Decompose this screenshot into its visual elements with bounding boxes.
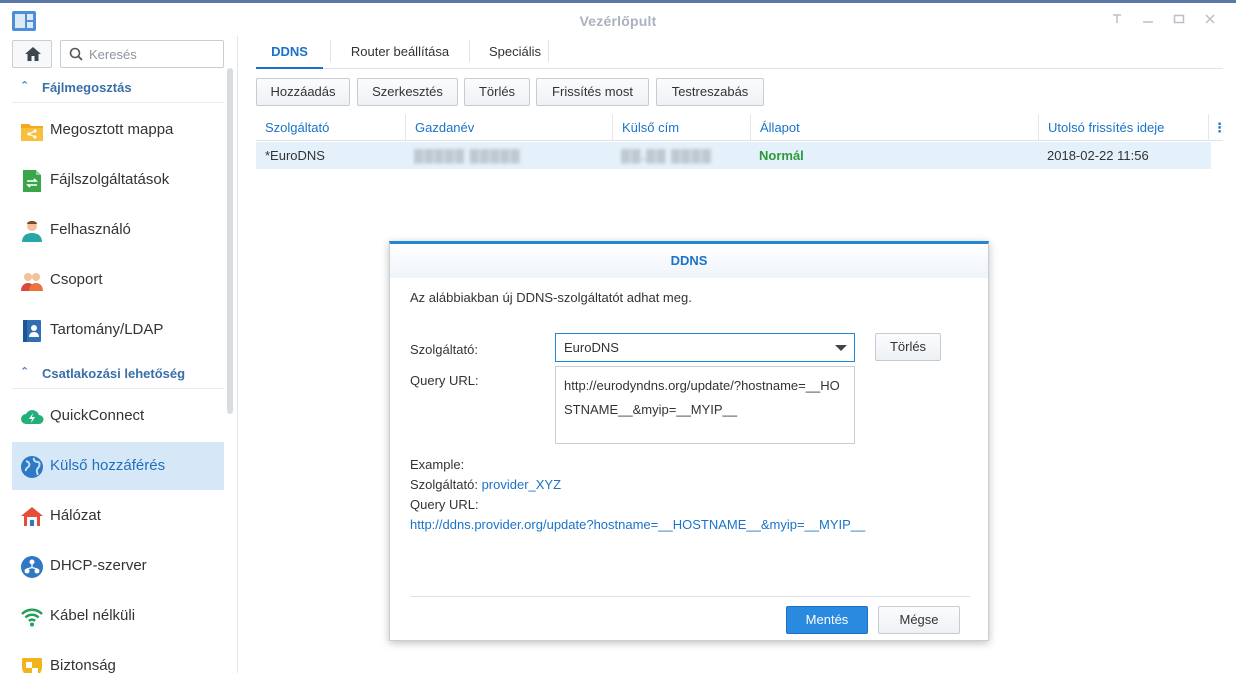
chevron-up-icon: ⌃ [20,80,30,92]
home-icon [25,47,41,61]
close-icon[interactable] [1200,10,1220,30]
sidebar-item-domain-ldap[interactable]: Tartomány/LDAP [12,306,224,354]
tab-router-settings[interactable]: Router beállítása [334,36,466,69]
dhcp-icon [21,556,43,578]
cell-external-address: ▒▒.▒▒ ▒▒▒▒ [621,148,712,163]
column-hostname[interactable]: Gazdanév [405,114,613,141]
globe-icon [21,456,43,478]
sidebar-item-user[interactable]: Felhasználó [12,206,224,254]
maximize-icon[interactable] [1169,10,1189,30]
nav-label: Fájlszolgáltatások [50,171,170,188]
group-icon [21,273,43,291]
sidebar-item-shared-folder[interactable]: Megosztott mappa [12,106,224,154]
customize-button[interactable]: Testreszabás [656,78,764,106]
search-box[interactable] [60,40,224,68]
nav-label: Tartomány/LDAP [50,321,164,338]
nav-label: Hálózat [50,507,101,524]
sidebar-item-group[interactable]: Csoport [12,256,224,304]
add-button[interactable]: Hozzáadás [256,78,350,106]
nav-label: Felhasználó [50,221,131,238]
nav-label: Megosztott mappa [50,121,174,138]
query-url-label: Query URL: [410,373,479,388]
nav-label: Biztonság [50,657,116,673]
sidebar-item-security[interactable]: Biztonság [12,642,224,673]
quickconnect-icon [21,410,44,424]
security-shield-icon [22,658,42,673]
ddns-dialog: DDNS Az alábbiakban új DDNS-szolgáltatót… [389,241,989,641]
tab-advanced[interactable]: Speciális [473,36,557,69]
sidebar-scrollbar[interactable] [227,68,233,414]
sidebar-item-file-services[interactable]: Fájlszolgáltatások [12,156,224,204]
section-file-sharing[interactable]: ⌃ Fájlmegosztás [12,73,224,103]
nav-label: Külső hozzáférés [50,457,166,474]
table-row[interactable]: *EuroDNS ▒▒▒▒▒ ▒▒▒▒▒ ▒▒.▒▒ ▒▒▒▒ Normál 2… [256,142,1211,169]
sidebar-item-external-access[interactable]: Külső hozzáférés [12,442,224,490]
search-input[interactable] [89,45,219,63]
table-header: Szolgáltató Gazdanév Külső cím Állapot U… [256,114,1226,141]
tab-divider [469,40,470,62]
tab-divider [330,40,331,62]
sidebar-item-wireless[interactable]: Kábel nélküli [12,592,224,640]
update-now-button[interactable]: Frissítés most [536,78,649,106]
edit-button[interactable]: Szerkesztés [357,78,458,106]
section-label: Csatlakozási lehetőség [42,366,186,381]
save-button[interactable]: Mentés [786,606,868,634]
title-bar: Vezérlőpult [0,3,1236,36]
nav-label: Csoport [50,271,103,288]
home-button[interactable] [12,40,52,68]
file-services-icon [23,170,41,192]
nav-label: DHCP-szerver [50,557,147,574]
example-query-label: Query URL: [410,497,479,512]
sidebar-item-network[interactable]: Hálózat [12,492,224,540]
dialog-divider [410,596,970,597]
cancel-button[interactable]: Mégse [878,606,960,634]
pin-icon[interactable] [1107,10,1127,30]
provider-label: Szolgáltató: [410,342,478,357]
minimize-icon[interactable] [1138,10,1158,30]
window-title: Vezérlőpult [579,13,657,29]
chevron-down-icon [835,345,847,351]
dialog-title: DDNS [390,244,988,278]
nav-label: Kábel nélküli [50,607,136,624]
column-external-address[interactable]: Külső cím [612,114,750,141]
example-provider-label: Szolgáltató: [410,477,478,492]
tab-divider [548,40,549,62]
nav-label: QuickConnect [50,407,145,424]
cell-provider: *EuroDNS [265,148,325,163]
example-provider-value: provider_XYZ [481,477,562,492]
section-connectivity[interactable]: ⌃ Csatlakozási lehetőség [12,359,224,389]
domain-ldap-icon [23,320,41,342]
sidebar-item-dhcp-server[interactable]: DHCP-szerver [12,542,224,590]
sidebar: ⌃ Fájlmegosztás Megosztott mappa Fájlszo… [0,36,238,673]
dialog-delete-button[interactable]: Törlés [875,333,941,361]
tab-bar: DDNS Router beállítása Speciális [256,36,1223,69]
sidebar-item-quickconnect[interactable]: QuickConnect [12,392,224,440]
wifi-icon [21,608,43,627]
search-icon [69,47,83,61]
column-provider[interactable]: Szolgáltató [256,114,405,141]
column-options-icon[interactable]: ⋮ [1208,114,1226,141]
section-label: Fájlmegosztás [42,80,132,95]
user-icon [22,221,42,242]
column-last-update[interactable]: Utolsó frissítés ideje [1038,114,1208,141]
dialog-intro: Az alábbiakban új DDNS-szolgáltatót adha… [410,290,692,305]
example-label: Example: [410,457,465,472]
cell-status: Normál [759,148,804,163]
network-house-icon [21,507,43,526]
provider-select-value: EuroDNS [564,340,619,355]
provider-select[interactable]: EuroDNS [555,333,855,362]
tab-ddns[interactable]: DDNS [256,36,323,69]
example-provider-line: Szolgáltató: provider_XYZ [410,477,561,492]
shared-folder-icon [21,124,43,141]
delete-button[interactable]: Törlés [464,78,530,106]
query-url-textarea[interactable]: http://eurodyndns.org/update/?hostname=_… [555,366,855,444]
column-status[interactable]: Állapot [750,114,1038,141]
chevron-up-icon: ⌃ [20,366,30,378]
cell-last-update: 2018-02-22 11:56 [1047,148,1149,163]
example-query-url: http://ddns.provider.org/update?hostname… [410,517,866,532]
cell-hostname: ▒▒▒▒▒ ▒▒▒▒▒ [414,148,521,163]
